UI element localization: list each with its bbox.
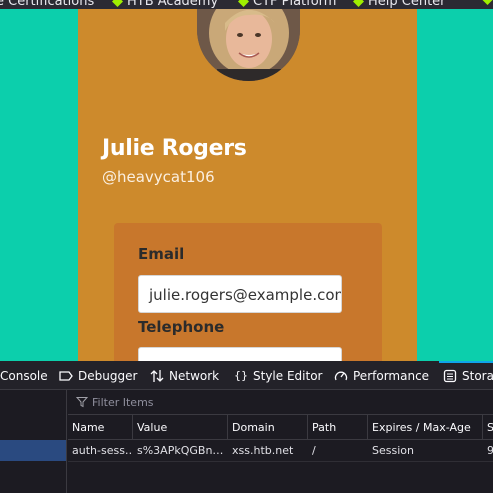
cell-value: s%3APkQGBn… <box>137 444 224 457</box>
tab-label: Style Editor <box>253 368 323 383</box>
profile-handle: @heavycat106 <box>102 168 215 186</box>
tab-network[interactable]: Network <box>150 361 219 390</box>
devtools-tabbar: Console Debugger Network {} Style Editor… <box>0 361 493 390</box>
storage-tree <box>0 390 67 493</box>
email-label: Email <box>138 245 185 263</box>
bookmark-ctf-platform[interactable]: CTF Platform <box>238 0 336 9</box>
column-header-value[interactable]: Value <box>133 415 228 439</box>
tab-label: Console <box>0 368 48 383</box>
debugger-icon <box>59 370 73 381</box>
cell-name: auth-sess… <box>72 444 133 457</box>
profile-card: Julie Rogers @heavycat106 Email julie.ro… <box>78 9 417 361</box>
column-header-domain[interactable]: Domain <box>228 415 308 439</box>
filter-icon <box>76 397 88 408</box>
bookmark-certifications[interactable]: e Certifications <box>0 0 94 9</box>
devtools-panel: Console Debugger Network {} Style Editor… <box>0 361 493 493</box>
network-icon <box>150 369 164 382</box>
bookmark-label: HTB Academy <box>127 0 219 9</box>
tab-label: Stora <box>462 368 493 383</box>
telephone-field[interactable] <box>138 347 342 361</box>
cell-s: 9 <box>487 444 493 457</box>
filter-input[interactable]: Filter Items <box>92 396 154 409</box>
cell-domain: xss.htb.net <box>232 444 294 457</box>
bookmark-help-center[interactable]: Help Center <box>353 0 446 9</box>
green-leaf-icon <box>353 0 364 7</box>
email-field[interactable]: julie.rogers@example.com <box>138 275 342 313</box>
bookmarks-toolbar: e Certifications HTB Academy CTF Platfor… <box>0 0 493 9</box>
green-leaf-icon <box>112 0 123 7</box>
avatar <box>197 9 300 81</box>
tab-performance[interactable]: Performance <box>334 361 429 390</box>
profile-photo <box>197 9 300 81</box>
column-header-path[interactable]: Path <box>308 415 368 439</box>
bookmark-label: Help Center <box>368 0 446 9</box>
cell-path: / <box>312 444 316 457</box>
filter-bar: Filter Items <box>68 390 493 415</box>
braces-icon: {} <box>234 369 248 382</box>
green-leaf-icon <box>238 0 249 7</box>
bookmark-htb-academy[interactable]: HTB Academy <box>112 0 218 9</box>
profile-form: Email julie.rogers@example.com Telephone <box>114 223 382 361</box>
tab-debugger[interactable]: Debugger <box>59 361 137 390</box>
bookmark-more[interactable] <box>482 0 493 5</box>
web-page: Julie Rogers @heavycat106 Email julie.ro… <box>0 9 493 361</box>
bookmark-label: CTF Platform <box>253 0 337 9</box>
column-header-s[interactable]: S <box>483 415 493 439</box>
bookmark-label: e Certifications <box>0 0 95 9</box>
column-header-expires[interactable]: Expires / Max-Age <box>368 415 483 439</box>
tab-style-editor[interactable]: {} Style Editor <box>234 361 322 390</box>
cell-expires: Session <box>372 444 414 457</box>
storage-tree-selected-item[interactable] <box>0 440 66 461</box>
storage-icon <box>443 369 457 382</box>
tab-console[interactable]: Console <box>0 361 48 390</box>
profile-name: Julie Rogers <box>102 136 247 161</box>
tab-label: Performance <box>353 368 430 383</box>
telephone-label: Telephone <box>138 318 225 336</box>
table-row[interactable]: auth-sess… s%3APkQGBn… xss.htb.net / Ses… <box>68 440 493 462</box>
tab-label: Network <box>169 368 220 383</box>
tab-storage[interactable]: Stora <box>439 361 493 390</box>
gauge-icon <box>334 371 348 380</box>
column-header-name[interactable]: Name <box>68 415 133 439</box>
tab-label: Debugger <box>78 368 138 383</box>
green-leaf-icon <box>482 0 493 5</box>
cookies-table-header: Name Value Domain Path Expires / Max-Age… <box>68 415 493 440</box>
